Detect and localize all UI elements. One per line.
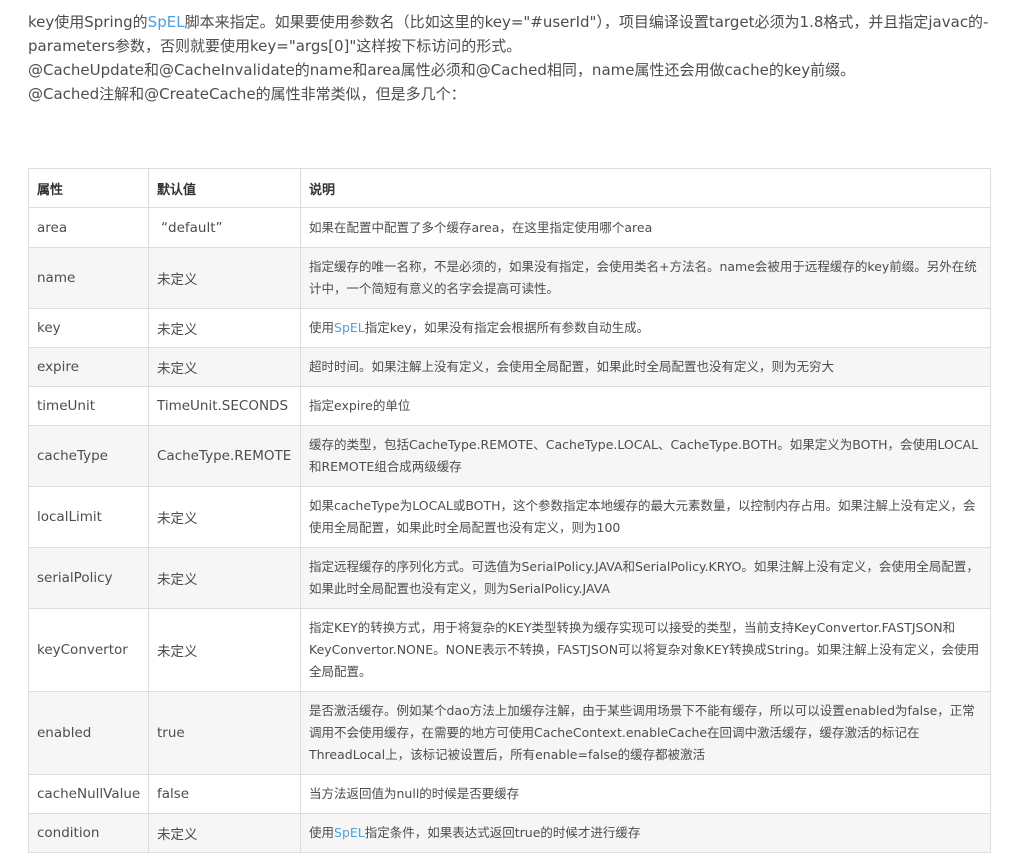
cell-default: false [148,774,301,814]
cell-attribute: keyConvertor [28,608,149,692]
cell-default: true [148,691,301,775]
cell-default: 未定义 [148,347,301,387]
cached-attributes-table: 属性 默认值 说明 area “default” 如果在配置中配置了多个缓存ar… [28,168,991,853]
table-row: key 未定义 使用SpEL指定key，如果没有指定会根据所有参数自动生成。 [28,308,991,348]
cell-default: CacheType.REMOTE [148,425,301,487]
cell-description: 是否激活缓存。例如某个dao方法上加缓存注解，由于某些调用场景下不能有缓存，所以… [300,691,991,775]
cell-description: 如果在配置中配置了多个缓存area，在这里指定使用哪个area [300,207,991,248]
cell-attribute: key [28,308,149,348]
spel-link[interactable]: SpEL [334,825,365,840]
paragraph-cacheupdate: @CacheUpdate和@CacheInvalidate的name和area属… [28,61,856,79]
table-header-row: 属性 默认值 说明 [28,168,991,208]
description-text: 指定条件，如果表达式返回true的时候才进行缓存 [364,825,641,840]
table-row: enabled true 是否激活缓存。例如某个dao方法上加缓存注解，由于某些… [28,691,991,775]
description-text: 使用 [309,825,335,840]
paragraph-cached-intro: @Cached注解和@CreateCache的属性非常类似，但是多几个： [28,85,466,103]
cell-attribute: cacheType [28,425,149,487]
cell-default: TimeUnit.SECONDS [148,386,301,426]
cell-default: 未定义 [148,608,301,692]
cell-attribute: condition [28,813,149,853]
table-row: area “default” 如果在配置中配置了多个缓存area，在这里指定使用… [28,207,991,248]
cell-description: 如果cacheType为LOCAL或BOTH，这个参数指定本地缓存的最大元素数量… [300,486,991,548]
cell-attribute: serialPolicy [28,547,149,609]
description-text: 使用 [309,320,335,335]
cell-description: 指定缓存的唯一名称，不是必须的，如果没有指定，会使用类名+方法名。name会被用… [300,247,991,309]
cell-attribute: enabled [28,691,149,775]
paragraph-text: key使用Spring的 [28,13,148,31]
header-attribute: 属性 [28,168,149,208]
cell-description: 超时时间。如果注解上没有定义，会使用全局配置，如果此时全局配置也没有定义，则为无… [300,347,991,387]
cell-attribute: name [28,247,149,309]
cell-description: 指定远程缓存的序列化方式。可选值为SerialPolicy.JAVA和Seria… [300,547,991,609]
cell-attribute: localLimit [28,486,149,548]
cell-description: 当方法返回值为null的时候是否要缓存 [300,774,991,814]
cell-attribute: timeUnit [28,386,149,426]
cell-default: 未定义 [148,547,301,609]
cell-description: 使用SpEL指定key，如果没有指定会根据所有参数自动生成。 [300,308,991,348]
cell-default: “default” [148,207,301,248]
cell-description: 指定KEY的转换方式，用于将复杂的KEY类型转换为缓存实现可以接受的类型，当前支… [300,608,991,692]
cell-default: 未定义 [148,486,301,548]
table-row: expire 未定义 超时时间。如果注解上没有定义，会使用全局配置，如果此时全局… [28,347,991,387]
header-description: 说明 [300,168,991,208]
table-row: serialPolicy 未定义 指定远程缓存的序列化方式。可选值为Serial… [28,547,991,609]
article-content: key使用Spring的SpEL脚本来指定。如果要使用参数名（比如这里的key=… [28,10,991,853]
table-row: localLimit 未定义 如果cacheType为LOCAL或BOTH，这个… [28,486,991,548]
table-row: timeUnit TimeUnit.SECONDS 指定expire的单位 [28,386,991,426]
cell-default: 未定义 [148,247,301,309]
paragraph-key-spel: key使用Spring的SpEL脚本来指定。如果要使用参数名（比如这里的key=… [28,10,990,58]
cell-attribute: area [28,207,149,248]
cell-description: 指定expire的单位 [300,386,991,426]
cell-attribute: expire [28,347,149,387]
cell-default: 未定义 [148,813,301,853]
table-row: cacheNullValue false 当方法返回值为null的时候是否要缓存 [28,774,991,814]
cell-default: 未定义 [148,308,301,348]
description-text: 指定key，如果没有指定会根据所有参数自动生成。 [364,320,650,335]
cell-attribute: cacheNullValue [28,774,149,814]
table-row: name 未定义 指定缓存的唯一名称，不是必须的，如果没有指定，会使用类名+方法… [28,247,991,309]
spel-link[interactable]: SpEL [148,13,185,31]
spel-link[interactable]: SpEL [334,320,365,335]
cell-description: 缓存的类型，包括CacheType.REMOTE、CacheType.LOCAL… [300,425,991,487]
header-default-value: 默认值 [148,168,301,208]
table-row: cacheType CacheType.REMOTE 缓存的类型，包括Cache… [28,425,991,487]
cell-description: 使用SpEL指定条件，如果表达式返回true的时候才进行缓存 [300,813,991,853]
table-row: condition 未定义 使用SpEL指定条件，如果表达式返回true的时候才… [28,813,991,853]
table-row: keyConvertor 未定义 指定KEY的转换方式，用于将复杂的KEY类型转… [28,608,991,692]
